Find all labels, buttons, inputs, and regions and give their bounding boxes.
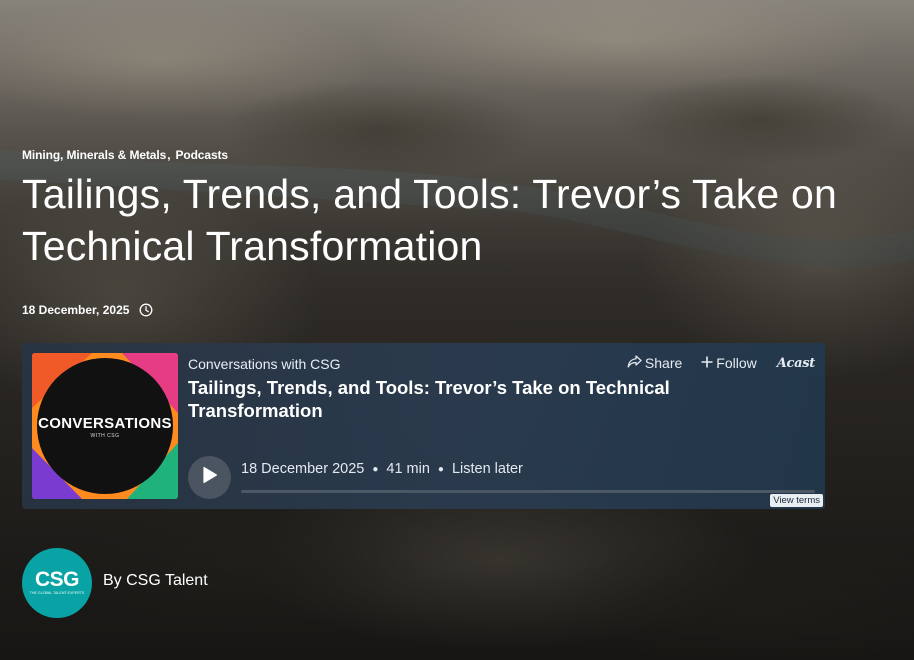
view-terms-link[interactable]: View terms [770, 494, 823, 507]
share-button[interactable]: Share [627, 355, 682, 371]
episode-date: 18 December 2025 [241, 461, 365, 477]
episode-duration: 41 min [386, 461, 430, 477]
share-label: Share [644, 355, 683, 371]
podcast-player: CONVERSATIONS WITH CSG Conversations wit… [22, 343, 825, 509]
author-byline[interactable]: By CSG Talent [103, 572, 208, 590]
category-list: Mining, Minerals & Metals , Podcasts [22, 148, 228, 162]
podcast-cover-art[interactable]: CONVERSATIONS WITH CSG [32, 353, 178, 499]
category-link-mining[interactable]: Mining, Minerals & Metals [22, 148, 166, 162]
article-hero: Mining, Minerals & Metals , Podcasts Tai… [0, 0, 914, 660]
cover-sub-text: WITH CSG [90, 433, 120, 439]
play-button[interactable] [188, 456, 231, 499]
clock-icon [139, 303, 153, 317]
play-icon [202, 466, 218, 489]
cover-brand-text: CONVERSATIONS [38, 415, 172, 432]
progress-bar[interactable] [241, 490, 815, 493]
listen-later-button[interactable]: Listen later [452, 461, 523, 477]
avatar[interactable]: CSG THE GLOBAL TALENT EXPERTS [22, 548, 92, 618]
plus-icon [701, 355, 713, 371]
category-separator: , [167, 148, 171, 162]
meta-dot-1: ● [372, 463, 379, 475]
show-name-link[interactable]: Conversations with CSG [188, 356, 341, 372]
follow-label: Follow [716, 355, 757, 371]
publish-date: 18 December, 2025 [22, 303, 130, 317]
share-icon [627, 355, 642, 371]
episode-title[interactable]: Tailings, Trends, and Tools: Trevor’s Ta… [188, 376, 708, 422]
author-block: CSG THE GLOBAL TALENT EXPERTS By CSG Tal… [22, 548, 208, 618]
follow-button[interactable]: Follow [701, 355, 757, 371]
article-meta: 18 December, 2025 [22, 303, 153, 317]
player-actions: Share Follow Acast [627, 355, 815, 371]
meta-dot-2: ● [437, 463, 444, 475]
avatar-tagline: THE GLOBAL TALENT EXPERTS [29, 591, 85, 595]
episode-meta: 18 December 2025 ● 41 min ● Listen later [241, 461, 523, 477]
acast-logo[interactable]: Acast [777, 356, 816, 371]
avatar-logo-text: CSG [34, 568, 80, 591]
category-link-podcasts[interactable]: Podcasts [175, 148, 228, 162]
hero-content: Mining, Minerals & Metals , Podcasts Tai… [22, 0, 892, 660]
page-title: Tailings, Trends, and Tools: Trevor’s Ta… [22, 171, 838, 269]
